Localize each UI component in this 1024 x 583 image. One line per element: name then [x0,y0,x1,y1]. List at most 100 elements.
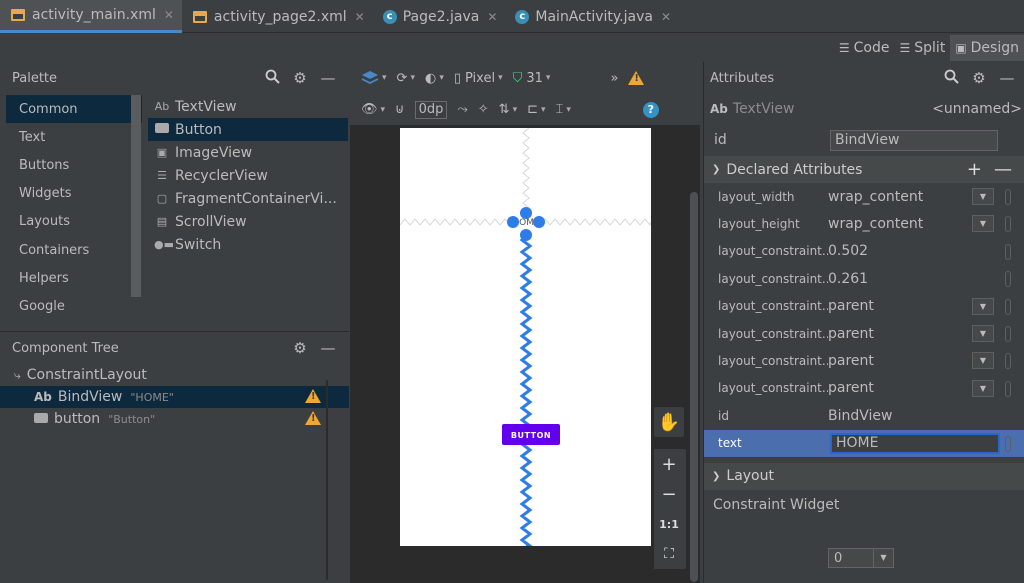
attr-value[interactable]: parent [828,380,874,396]
api-selector[interactable]: ⛉ 31 ▾ [508,66,556,90]
constraint-handle-top[interactable] [520,207,532,219]
chevron-down-icon[interactable]: ▼ [972,297,994,315]
close-icon[interactable]: ✕ [487,10,497,24]
palette-widget-switch[interactable]: ●▬ Switch [148,233,348,256]
chevron-down-icon[interactable]: ▼ [972,324,994,342]
attr-value[interactable]: wrap_content [828,189,923,205]
attr-value[interactable]: parent [828,298,874,314]
attr-value[interactable]: wrap_content [828,216,923,232]
minimize-icon[interactable]: — [317,339,339,357]
gear-icon[interactable]: ⚙ [289,69,311,87]
resource-picker-button[interactable] [1005,216,1011,233]
tab-mainactivity-java[interactable]: c MainActivity.java ✕ [505,0,679,33]
chevron-down-icon[interactable]: ▼ [972,352,994,370]
chevron-down-icon[interactable]: ▼ [972,215,994,233]
constraint-handle-left[interactable] [507,216,519,228]
resource-picker-button[interactable] [1005,271,1011,288]
add-attribute-button[interactable]: + [967,159,982,180]
magnet-icon[interactable]: ⊍ [390,98,410,122]
chevron-down-icon[interactable]: ▼ [972,188,994,205]
device-preview[interactable]: HOME BUTTON [399,127,652,548]
palette-category-google[interactable]: Google [6,292,142,320]
palette-widget-scrollview[interactable]: ▤ ScrollView [148,210,348,233]
constraint-handle-bottom[interactable] [520,229,532,241]
align-icon[interactable]: ⊏ ▾ [522,98,550,122]
resource-picker-button[interactable] [1005,189,1011,205]
orientation-icon[interactable]: ⟳ ▾ [392,66,420,90]
split-view-button[interactable]: ☰ Split [895,35,951,61]
attr-name: layout_height [718,217,800,232]
more-options-button[interactable]: » [605,66,623,90]
warning-icon[interactable] [305,411,321,429]
close-icon[interactable]: ✕ [661,10,671,24]
attr-value[interactable]: parent [828,353,874,369]
palette-widget-button[interactable]: Button [148,118,348,141]
text-attribute-input[interactable]: HOME [830,432,1000,454]
code-view-button[interactable]: ☰ Code [834,35,895,61]
tab-page2-java[interactable]: c Page2.java ✕ [373,0,506,33]
tree-node-button[interactable]: button "Button" [0,408,349,430]
guidelines-icon[interactable]: ⌶ ▾ [551,98,576,122]
resource-picker-button[interactable] [1005,380,1011,397]
tab-activity-main-xml[interactable]: activity_main.xml ✕ [0,0,182,33]
close-icon[interactable]: ✕ [164,8,174,22]
palette-widget-fragmentcontainerview[interactable]: ▢ FragmentContainerVi... [148,187,348,210]
palette-category-layouts[interactable]: Layouts [6,208,142,236]
theme-icon[interactable]: ◐ ▾ [420,66,449,90]
margin-dropdown[interactable]: 0 ▼ [828,548,894,568]
zoom-out-button[interactable]: − [654,479,684,509]
design-view-button[interactable]: ▣ Design [950,35,1024,61]
infer-constraints-icon[interactable]: ✧ [473,98,494,122]
palette-category-text[interactable]: Text [6,123,142,151]
category-scrollbar[interactable] [131,95,141,297]
zoom-in-button[interactable]: + [654,449,684,479]
palette-category-containers[interactable]: Containers [6,236,142,264]
minimize-icon[interactable]: — [317,69,339,87]
clear-constraints-icon[interactable]: ⤳ [452,98,472,122]
resource-picker-button[interactable] [1005,353,1011,370]
palette-category-common[interactable]: Common [6,95,142,124]
gear-icon[interactable]: ⚙ [289,339,311,357]
help-button[interactable]: ? [638,98,664,122]
tree-node-constraintlayout[interactable]: ⤷ ConstraintLayout [0,364,349,386]
id-input[interactable]: BindView [830,129,998,151]
close-icon[interactable]: ✕ [355,10,365,24]
resource-picker-button[interactable] [1005,298,1011,315]
chevron-down-icon[interactable]: ▼ [972,379,994,397]
attr-value[interactable]: parent [828,326,874,342]
device-selector[interactable]: ▯ Pixel ▾ [449,66,508,90]
gear-icon[interactable]: ⚙ [968,69,990,87]
zoom-one-to-one-button[interactable]: 1:1 [654,509,684,539]
attr-value[interactable]: 0.261 [828,271,868,287]
resource-picker-button[interactable] [1005,435,1011,452]
tab-activity-page2-xml[interactable]: activity_page2.xml ✕ [182,0,373,33]
declared-attributes-header[interactable]: ❯ Declared Attributes + — [704,156,1024,183]
palette-category-widgets[interactable]: Widgets [6,180,142,208]
default-margin-button[interactable]: 0dp [410,98,453,122]
constraint-handle-right[interactable] [533,216,545,228]
palette-widget-recyclerview[interactable]: ☰ RecyclerView [148,164,348,187]
zoom-fit-icon[interactable]: ⛶ [654,539,684,569]
palette-category-buttons[interactable]: Buttons [6,151,142,179]
minimize-icon[interactable]: — [996,69,1018,87]
palette-category-helpers[interactable]: Helpers [6,264,142,292]
palette-widget-imageview[interactable]: ▣ ImageView [148,141,348,164]
layout-section-header[interactable]: ❯ Layout [704,462,1024,490]
tree-scrollbar[interactable] [326,380,328,580]
warning-icon[interactable] [623,66,649,90]
attr-value[interactable]: BindView [828,408,892,424]
search-icon[interactable] [940,69,962,88]
attr-value[interactable]: 0.502 [828,243,868,259]
pan-hand-icon[interactable]: ✋ [654,407,684,437]
layers-icon[interactable]: ▾ [356,66,392,90]
remove-attribute-button[interactable]: — [994,159,1012,180]
canvas-scrollbar[interactable] [690,192,698,582]
eye-icon[interactable]: 👁 ▾ [356,98,390,122]
warning-icon[interactable] [305,389,321,407]
palette-widget-textview[interactable]: Ab TextView [148,95,348,118]
resource-picker-button[interactable] [1005,325,1011,342]
resource-picker-button[interactable] [1005,243,1011,260]
pack-icon[interactable]: ⇅ ▾ [494,98,522,122]
tree-node-bindview[interactable]: Ab BindView "HOME" [0,386,349,408]
search-icon[interactable] [261,69,283,88]
